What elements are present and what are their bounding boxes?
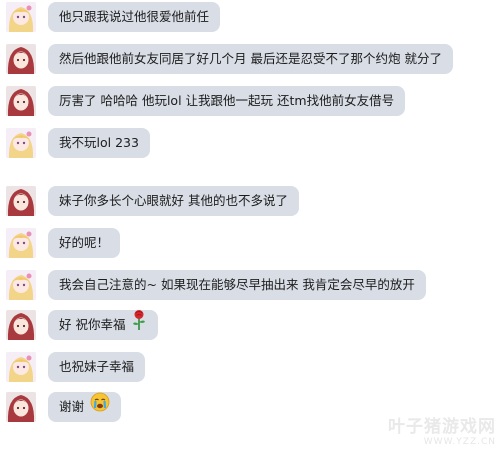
avatar[interactable] xyxy=(6,186,36,216)
message-bubble: 谢谢 xyxy=(48,392,122,423)
avatar[interactable] xyxy=(6,228,36,258)
message-bubble: 我会自己注意的~ 如果现在能够尽早抽出来 我肯定会尽早的放开 xyxy=(48,270,426,300)
avatar[interactable] xyxy=(6,392,36,422)
message-row: 他只跟我说过他很爱他前任 xyxy=(6,2,221,32)
message-row: 然后他跟他前女友同居了好几个月 最后还是忍受不了那个约炮 就分了 xyxy=(6,44,453,74)
avatar[interactable] xyxy=(6,86,36,116)
watermark: 叶子猪游戏网 WWW.YZZ.CN xyxy=(388,412,496,447)
message-row: 我会自己注意的~ 如果现在能够尽早抽出来 我肯定会尽早的放开 xyxy=(6,270,426,300)
blonde-avatar-icon xyxy=(6,270,36,300)
message-row: 好的呢！ xyxy=(6,228,121,258)
message-bubble: 妹子你多长个心眼就好 其他的也不多说了 xyxy=(48,186,299,216)
avatar[interactable] xyxy=(6,128,36,158)
message-row: 谢谢 xyxy=(6,392,122,423)
blonde-avatar-icon xyxy=(6,2,36,32)
message-bubble: 然后他跟他前女友同居了好几个月 最后还是忍受不了那个约炮 就分了 xyxy=(48,44,453,74)
message-row: 我不玩lol 233 xyxy=(6,128,150,158)
message-bubble: 我不玩lol 233 xyxy=(48,128,150,158)
watermark-url: WWW.YZZ.CN xyxy=(423,437,496,447)
blonde-avatar-icon xyxy=(6,228,36,258)
message-text: 我会自己注意的~ 如果现在能够尽早抽出来 我肯定会尽早的放开 xyxy=(59,277,415,292)
watermark-title: 叶子猪游戏网 xyxy=(388,417,496,437)
avatar[interactable] xyxy=(6,270,36,300)
message-row: 妹子你多长个心眼就好 其他的也不多说了 xyxy=(6,186,299,216)
message-text: 好 祝你幸福 xyxy=(59,317,126,332)
message-text: 好的呢！ xyxy=(59,235,110,250)
message-text: 也祝妹子幸福 xyxy=(59,359,135,374)
avatar[interactable] xyxy=(6,310,36,340)
message-row: 厉害了 哈哈哈 他玩lol 让我跟他一起玩 还tm找他前女友借号 xyxy=(6,86,406,116)
red-hair-avatar-icon xyxy=(6,186,36,216)
message-text: 然后他跟他前女友同居了好几个月 最后还是忍受不了那个约炮 就分了 xyxy=(59,51,442,66)
red-hair-avatar-icon xyxy=(6,86,36,116)
message-row: 也祝妹子幸福 xyxy=(6,352,146,382)
blonde-avatar-icon xyxy=(6,352,36,382)
avatar[interactable] xyxy=(6,2,36,32)
message-text: 厉害了 哈哈哈 他玩lol 让我跟他一起玩 还tm找他前女友借号 xyxy=(59,93,395,108)
red-hair-avatar-icon xyxy=(6,44,36,74)
crying-face-icon xyxy=(90,392,110,423)
chat-window: 他只跟我说过他很爱他前任 然后他跟他前女友同居了好几个月 最后还是忍受不了那个约… xyxy=(0,0,504,453)
avatar[interactable] xyxy=(6,352,36,382)
message-bubble: 他只跟我说过他很爱他前任 xyxy=(48,2,221,32)
rose-icon xyxy=(131,309,147,342)
message-text: 妹子你多长个心眼就好 其他的也不多说了 xyxy=(59,193,288,208)
message-text: 他只跟我说过他很爱他前任 xyxy=(59,9,210,24)
message-text: 谢谢 xyxy=(59,399,85,414)
message-text: 我不玩lol 233 xyxy=(59,135,139,150)
message-bubble: 好的呢！ xyxy=(48,228,121,258)
blonde-avatar-icon xyxy=(6,128,36,158)
red-hair-avatar-icon xyxy=(6,392,36,422)
message-bubble: 也祝妹子幸福 xyxy=(48,352,146,382)
red-hair-avatar-icon xyxy=(6,310,36,340)
message-bubble: 厉害了 哈哈哈 他玩lol 让我跟他一起玩 还tm找他前女友借号 xyxy=(48,86,406,116)
message-row: 好 祝你幸福 xyxy=(6,309,159,342)
avatar[interactable] xyxy=(6,44,36,74)
message-bubble: 好 祝你幸福 xyxy=(48,309,159,342)
